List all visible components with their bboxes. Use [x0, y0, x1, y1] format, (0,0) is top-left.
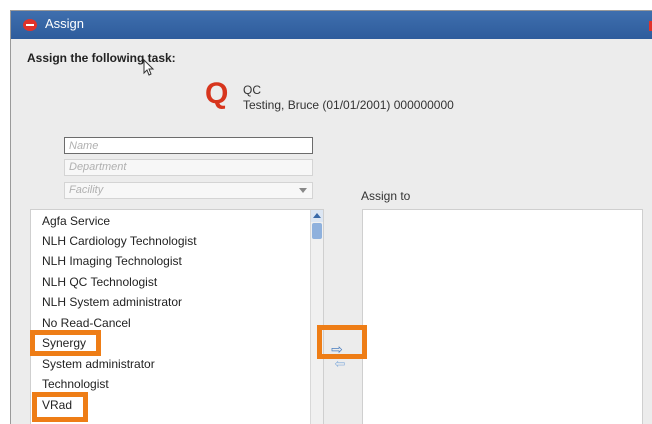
- highlight-vrad: [32, 392, 88, 422]
- list-item[interactable]: NLH System administrator: [42, 295, 182, 309]
- assign-dialog: Assign Assign the following task: Q QC T…: [10, 10, 652, 424]
- list-item[interactable]: NLH Cardiology Technologist: [42, 234, 197, 248]
- list-item[interactable]: NLH Imaging Technologist: [42, 254, 182, 268]
- task-name: QC: [243, 83, 261, 97]
- scroll-thumb[interactable]: [312, 223, 322, 239]
- highlight-synergy: [30, 330, 101, 356]
- patient-info: Testing, Bruce (01/01/2001) 000000000: [243, 98, 454, 112]
- facility-dropdown[interactable]: Facility: [64, 182, 313, 199]
- facility-dropdown-label: Facility: [69, 184, 104, 196]
- cursor-icon: [143, 59, 155, 76]
- list-item[interactable]: System administrator: [42, 357, 155, 371]
- highlight-move-right: [317, 325, 367, 359]
- list-item[interactable]: NLH QC Technologist: [42, 275, 157, 289]
- list-item[interactable]: No Read-Cancel: [42, 316, 131, 330]
- assign-to-label: Assign to: [361, 189, 411, 203]
- title-bar[interactable]: Assign: [11, 11, 652, 39]
- list-item[interactable]: Technologist: [42, 377, 109, 391]
- assign-to-list[interactable]: [362, 209, 643, 424]
- app-logo-icon: [23, 19, 37, 31]
- list-scrollbar[interactable]: [310, 210, 323, 424]
- list-item[interactable]: Agfa Service: [42, 214, 110, 228]
- task-type-icon: Q: [205, 77, 229, 110]
- dropdown-arrow-icon[interactable]: [299, 188, 307, 193]
- move-left-button[interactable]: ⇦: [333, 357, 347, 370]
- department-filter-input[interactable]: Department: [64, 159, 313, 176]
- scroll-up-icon[interactable]: [311, 210, 323, 222]
- window-title: Assign: [45, 16, 85, 31]
- name-filter-input[interactable]: [64, 137, 313, 154]
